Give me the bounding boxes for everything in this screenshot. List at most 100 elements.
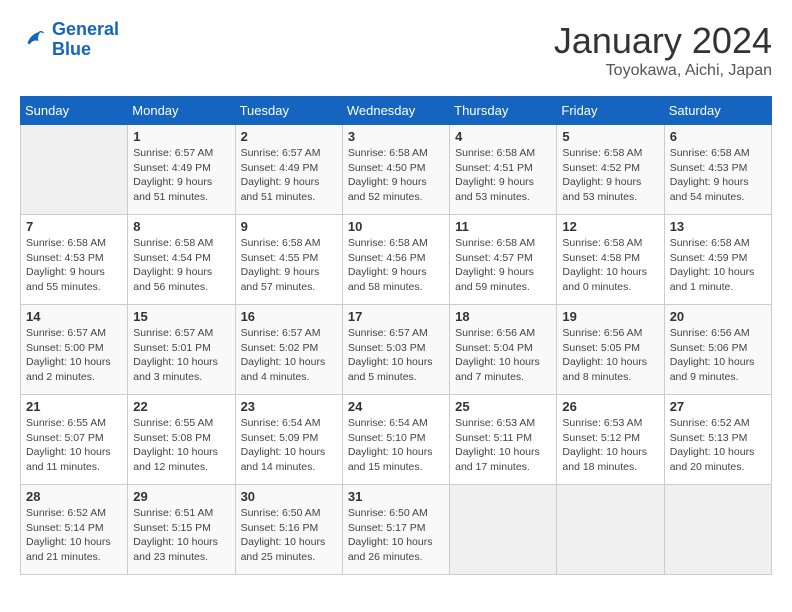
day-info: Sunrise: 6:56 AM Sunset: 5:06 PM Dayligh… <box>670 326 766 385</box>
day-cell: 17 Sunrise: 6:57 AM Sunset: 5:03 PM Dayl… <box>342 305 449 395</box>
day-number: 31 <box>348 489 444 504</box>
day-cell: 9 Sunrise: 6:58 AM Sunset: 4:55 PM Dayli… <box>235 215 342 305</box>
day-number: 5 <box>562 129 658 144</box>
day-number: 15 <box>133 309 229 324</box>
day-info: Sunrise: 6:52 AM Sunset: 5:14 PM Dayligh… <box>26 506 122 565</box>
day-info: Sunrise: 6:58 AM Sunset: 4:51 PM Dayligh… <box>455 146 551 205</box>
day-number: 16 <box>241 309 337 324</box>
day-number: 21 <box>26 399 122 414</box>
weekday-header-row: SundayMondayTuesdayWednesdayThursdayFrid… <box>21 97 772 125</box>
week-row-4: 21 Sunrise: 6:55 AM Sunset: 5:07 PM Dayl… <box>21 395 772 485</box>
day-cell: 5 Sunrise: 6:58 AM Sunset: 4:52 PM Dayli… <box>557 125 664 215</box>
day-info: Sunrise: 6:58 AM Sunset: 4:58 PM Dayligh… <box>562 236 658 295</box>
weekday-header-tuesday: Tuesday <box>235 97 342 125</box>
day-cell: 3 Sunrise: 6:58 AM Sunset: 4:50 PM Dayli… <box>342 125 449 215</box>
day-info: Sunrise: 6:57 AM Sunset: 5:00 PM Dayligh… <box>26 326 122 385</box>
day-cell: 30 Sunrise: 6:50 AM Sunset: 5:16 PM Dayl… <box>235 485 342 575</box>
day-number: 20 <box>670 309 766 324</box>
day-cell <box>450 485 557 575</box>
day-number: 7 <box>26 219 122 234</box>
day-number: 10 <box>348 219 444 234</box>
day-info: Sunrise: 6:58 AM Sunset: 4:55 PM Dayligh… <box>241 236 337 295</box>
day-info: Sunrise: 6:54 AM Sunset: 5:09 PM Dayligh… <box>241 416 337 475</box>
day-cell: 31 Sunrise: 6:50 AM Sunset: 5:17 PM Dayl… <box>342 485 449 575</box>
day-number: 6 <box>670 129 766 144</box>
weekday-header-monday: Monday <box>128 97 235 125</box>
calendar-body: 1 Sunrise: 6:57 AM Sunset: 4:49 PM Dayli… <box>21 125 772 575</box>
day-info: Sunrise: 6:58 AM Sunset: 4:53 PM Dayligh… <box>670 146 766 205</box>
day-cell <box>557 485 664 575</box>
day-cell: 8 Sunrise: 6:58 AM Sunset: 4:54 PM Dayli… <box>128 215 235 305</box>
day-number: 27 <box>670 399 766 414</box>
day-number: 4 <box>455 129 551 144</box>
day-cell: 1 Sunrise: 6:57 AM Sunset: 4:49 PM Dayli… <box>128 125 235 215</box>
day-cell: 18 Sunrise: 6:56 AM Sunset: 5:04 PM Dayl… <box>450 305 557 395</box>
calendar-title: January 2024 <box>554 20 772 62</box>
day-number: 9 <box>241 219 337 234</box>
day-number: 30 <box>241 489 337 504</box>
day-cell: 11 Sunrise: 6:58 AM Sunset: 4:57 PM Dayl… <box>450 215 557 305</box>
logo: General Blue <box>20 20 119 60</box>
day-number: 24 <box>348 399 444 414</box>
logo-icon <box>20 26 48 54</box>
day-info: Sunrise: 6:57 AM Sunset: 4:49 PM Dayligh… <box>241 146 337 205</box>
page-header: General Blue January 2024 Toyokawa, Aich… <box>20 20 772 80</box>
day-number: 25 <box>455 399 551 414</box>
day-number: 1 <box>133 129 229 144</box>
day-info: Sunrise: 6:58 AM Sunset: 4:52 PM Dayligh… <box>562 146 658 205</box>
day-number: 26 <box>562 399 658 414</box>
day-cell: 12 Sunrise: 6:58 AM Sunset: 4:58 PM Dayl… <box>557 215 664 305</box>
day-info: Sunrise: 6:54 AM Sunset: 5:10 PM Dayligh… <box>348 416 444 475</box>
weekday-header-sunday: Sunday <box>21 97 128 125</box>
day-cell: 10 Sunrise: 6:58 AM Sunset: 4:56 PM Dayl… <box>342 215 449 305</box>
day-number: 29 <box>133 489 229 504</box>
week-row-3: 14 Sunrise: 6:57 AM Sunset: 5:00 PM Dayl… <box>21 305 772 395</box>
day-info: Sunrise: 6:57 AM Sunset: 5:03 PM Dayligh… <box>348 326 444 385</box>
day-info: Sunrise: 6:57 AM Sunset: 4:49 PM Dayligh… <box>133 146 229 205</box>
day-info: Sunrise: 6:58 AM Sunset: 4:59 PM Dayligh… <box>670 236 766 295</box>
day-cell: 16 Sunrise: 6:57 AM Sunset: 5:02 PM Dayl… <box>235 305 342 395</box>
day-info: Sunrise: 6:50 AM Sunset: 5:16 PM Dayligh… <box>241 506 337 565</box>
day-info: Sunrise: 6:58 AM Sunset: 4:50 PM Dayligh… <box>348 146 444 205</box>
day-cell: 15 Sunrise: 6:57 AM Sunset: 5:01 PM Dayl… <box>128 305 235 395</box>
day-cell: 14 Sunrise: 6:57 AM Sunset: 5:00 PM Dayl… <box>21 305 128 395</box>
day-info: Sunrise: 6:51 AM Sunset: 5:15 PM Dayligh… <box>133 506 229 565</box>
day-number: 3 <box>348 129 444 144</box>
day-info: Sunrise: 6:52 AM Sunset: 5:13 PM Dayligh… <box>670 416 766 475</box>
day-cell: 25 Sunrise: 6:53 AM Sunset: 5:11 PM Dayl… <box>450 395 557 485</box>
day-info: Sunrise: 6:56 AM Sunset: 5:05 PM Dayligh… <box>562 326 658 385</box>
day-cell: 2 Sunrise: 6:57 AM Sunset: 4:49 PM Dayli… <box>235 125 342 215</box>
day-number: 2 <box>241 129 337 144</box>
day-number: 19 <box>562 309 658 324</box>
day-cell: 7 Sunrise: 6:58 AM Sunset: 4:53 PM Dayli… <box>21 215 128 305</box>
day-info: Sunrise: 6:58 AM Sunset: 4:54 PM Dayligh… <box>133 236 229 295</box>
title-block: January 2024 Toyokawa, Aichi, Japan <box>554 20 772 80</box>
day-cell: 21 Sunrise: 6:55 AM Sunset: 5:07 PM Dayl… <box>21 395 128 485</box>
day-cell: 24 Sunrise: 6:54 AM Sunset: 5:10 PM Dayl… <box>342 395 449 485</box>
week-row-2: 7 Sunrise: 6:58 AM Sunset: 4:53 PM Dayli… <box>21 215 772 305</box>
day-number: 17 <box>348 309 444 324</box>
day-number: 14 <box>26 309 122 324</box>
day-cell: 20 Sunrise: 6:56 AM Sunset: 5:06 PM Dayl… <box>664 305 771 395</box>
day-number: 13 <box>670 219 766 234</box>
weekday-header-wednesday: Wednesday <box>342 97 449 125</box>
day-info: Sunrise: 6:56 AM Sunset: 5:04 PM Dayligh… <box>455 326 551 385</box>
day-cell: 28 Sunrise: 6:52 AM Sunset: 5:14 PM Dayl… <box>21 485 128 575</box>
day-info: Sunrise: 6:58 AM Sunset: 4:56 PM Dayligh… <box>348 236 444 295</box>
day-info: Sunrise: 6:50 AM Sunset: 5:17 PM Dayligh… <box>348 506 444 565</box>
day-number: 23 <box>241 399 337 414</box>
day-cell: 27 Sunrise: 6:52 AM Sunset: 5:13 PM Dayl… <box>664 395 771 485</box>
calendar-table: SundayMondayTuesdayWednesdayThursdayFrid… <box>20 96 772 575</box>
day-number: 11 <box>455 219 551 234</box>
weekday-header-thursday: Thursday <box>450 97 557 125</box>
day-cell: 4 Sunrise: 6:58 AM Sunset: 4:51 PM Dayli… <box>450 125 557 215</box>
day-info: Sunrise: 6:57 AM Sunset: 5:02 PM Dayligh… <box>241 326 337 385</box>
day-number: 8 <box>133 219 229 234</box>
day-number: 18 <box>455 309 551 324</box>
day-cell <box>664 485 771 575</box>
week-row-1: 1 Sunrise: 6:57 AM Sunset: 4:49 PM Dayli… <box>21 125 772 215</box>
calendar-subtitle: Toyokawa, Aichi, Japan <box>554 62 772 80</box>
weekday-header-friday: Friday <box>557 97 664 125</box>
day-cell: 29 Sunrise: 6:51 AM Sunset: 5:15 PM Dayl… <box>128 485 235 575</box>
day-info: Sunrise: 6:58 AM Sunset: 4:53 PM Dayligh… <box>26 236 122 295</box>
